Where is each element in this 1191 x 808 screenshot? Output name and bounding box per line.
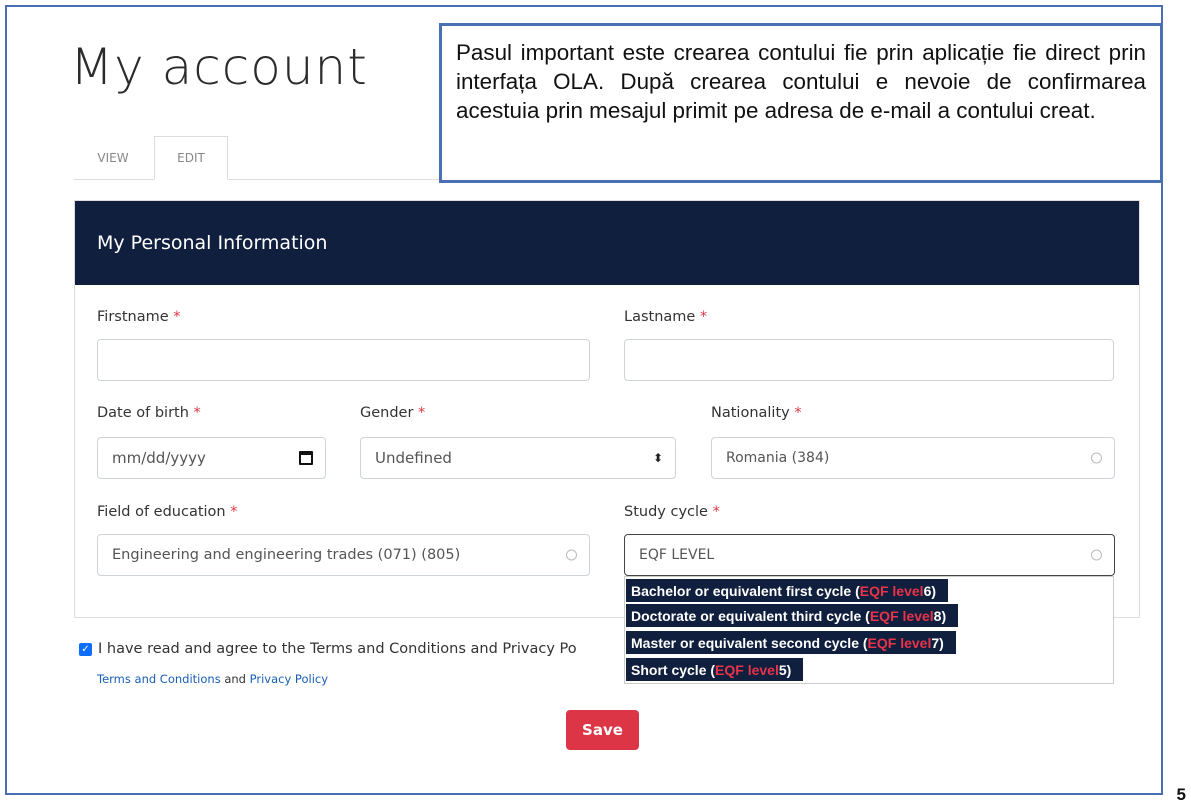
study-cycle-label: Study cycle * <box>624 504 720 520</box>
field-of-education-label: Field of education * <box>97 504 238 520</box>
terms-checkbox-label: I have read and agree to the Terms and C… <box>98 641 577 657</box>
terms-row: ✓ I have read and agree to the Terms and… <box>79 641 577 657</box>
nationality-label: Nationality * <box>711 405 802 421</box>
study-cycle-input[interactable]: EQF LEVEL <box>624 534 1115 576</box>
required-mark: * <box>794 405 802 421</box>
required-mark: * <box>230 504 238 520</box>
study-cycle-option[interactable]: Doctorate or equivalent third cycle (EQF… <box>626 604 959 627</box>
field-of-education-input[interactable]: Engineering and engineering trades (071)… <box>97 534 590 576</box>
tab-edit[interactable]: EDIT <box>154 136 228 180</box>
tab-view[interactable]: VIEW <box>74 136 152 179</box>
gender-select[interactable]: Undefined ⬍ <box>360 437 676 479</box>
loading-circle-icon <box>1091 549 1102 561</box>
slide-number: 5 <box>1176 785 1186 804</box>
loading-circle-icon <box>1091 452 1102 464</box>
date-of-birth-label: Date of birth * <box>97 405 201 421</box>
required-mark: * <box>699 309 708 325</box>
required-mark: * <box>418 405 426 421</box>
required-mark: * <box>712 504 720 520</box>
terms-checkbox[interactable]: ✓ <box>79 642 92 656</box>
lastname-input[interactable] <box>624 339 1114 381</box>
terms-links: Terms and Conditions and Privacy Policy <box>97 672 329 686</box>
study-cycle-dropdown: Bachelor or equivalent first cycle (EQF … <box>624 576 1114 684</box>
date-of-birth-input[interactable]: mm/dd/yyyy <box>97 437 326 479</box>
gender-label: Gender * <box>360 405 426 421</box>
loading-circle-icon <box>566 549 577 561</box>
study-cycle-option[interactable]: Master or equivalent second cycle (EQF l… <box>626 631 956 654</box>
firstname-label: Firstname * <box>97 309 181 325</box>
required-mark: * <box>193 405 201 421</box>
required-mark: * <box>173 309 181 325</box>
page-title: My account <box>70 38 368 96</box>
study-cycle-option[interactable]: Bachelor or equivalent first cycle (EQF … <box>626 579 949 602</box>
save-button[interactable]: Save <box>566 710 639 750</box>
calendar-icon[interactable] <box>299 451 313 465</box>
select-arrows-icon: ⬍ <box>652 451 663 465</box>
firstname-input[interactable] <box>97 339 590 381</box>
card-header: My Personal Information <box>75 201 1139 285</box>
study-cycle-option[interactable]: Short cycle (EQF level 5) <box>626 658 804 681</box>
terms-link[interactable]: Terms and Conditions <box>97 672 221 686</box>
lastname-label: Lastname * <box>624 309 708 325</box>
instruction-callout: Pasul important este crearea contului fi… <box>439 23 1163 183</box>
nationality-input[interactable]: Romania (384) <box>711 437 1115 479</box>
privacy-link[interactable]: Privacy Policy <box>250 672 328 686</box>
